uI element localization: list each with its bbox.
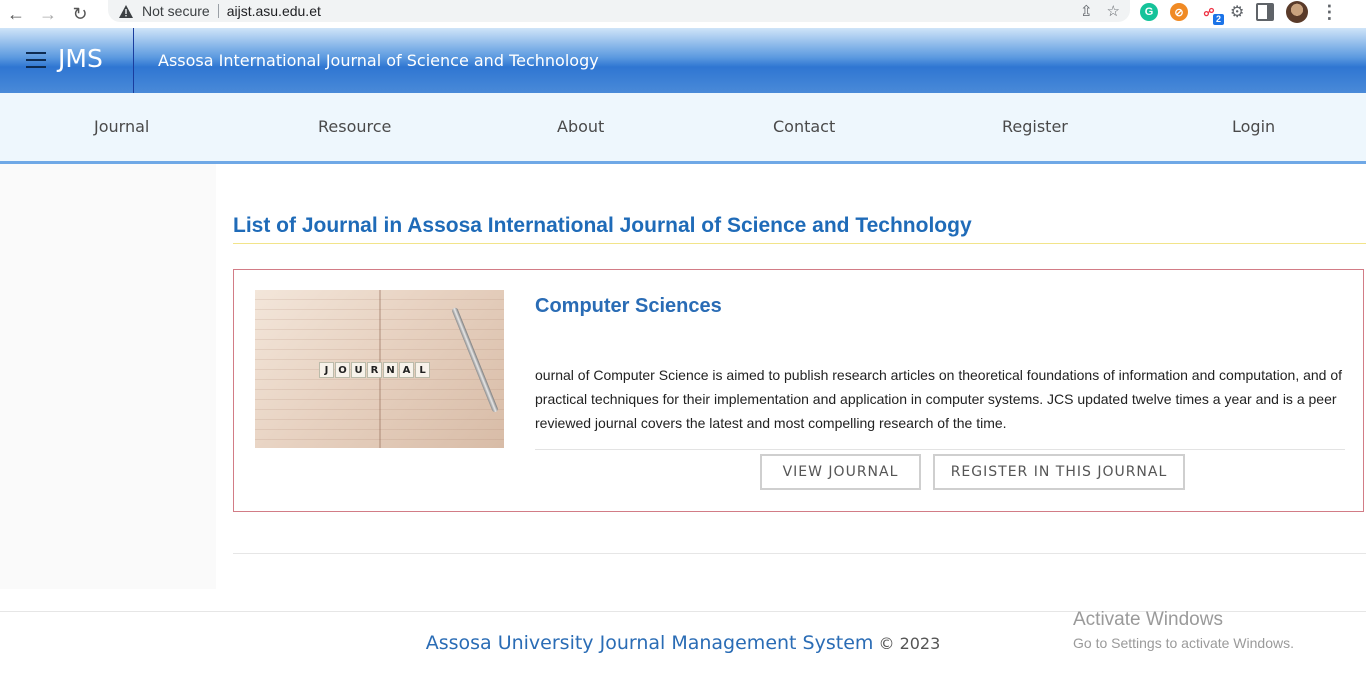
app-header: JMS Assosa International Journal of Scie… — [0, 28, 1366, 93]
left-sidebar — [0, 164, 216, 589]
bookmark-star-icon[interactable]: ☆ — [1107, 2, 1120, 20]
browser-menu-icon[interactable]: ⋮ — [1320, 2, 1338, 23]
brand-logo[interactable]: JMS — [58, 44, 103, 73]
share-icon[interactable]: ⇫ — [1080, 2, 1093, 20]
watermark-subtitle: Go to Settings to activate Windows. — [1073, 635, 1294, 651]
letter-tile: L — [415, 362, 430, 378]
reload-icon[interactable]: ↻ — [64, 0, 96, 28]
journal-thumbnail: J O U R N A L — [255, 290, 504, 448]
top-navigation: Journal Resource About Contact Register … — [0, 93, 1366, 164]
letter-tile: U — [351, 362, 366, 378]
extensions-puzzle-icon[interactable]: ⚙ — [1230, 2, 1244, 22]
extension-red-icon[interactable]: ☍ 2 — [1200, 3, 1224, 25]
hamburger-menu-icon[interactable] — [26, 52, 46, 68]
side-panel-icon[interactable] — [1256, 3, 1275, 21]
header-divider — [133, 28, 134, 93]
letter-tile: N — [383, 362, 398, 378]
nav-resource[interactable]: Resource — [318, 117, 391, 136]
journal-title[interactable]: Computer Sciences — [535, 295, 722, 318]
heading-underline — [233, 243, 1366, 244]
thumbnail-word: J O U R N A L — [319, 362, 430, 378]
forward-arrow-icon[interactable]: → — [32, 0, 64, 28]
extensions-area: G ⊘ ☍ 2 ⚙ ⋮ — [1140, 1, 1338, 25]
card-divider — [535, 449, 1345, 450]
nav-register[interactable]: Register — [1002, 117, 1068, 136]
url-text[interactable]: aijst.asu.edu.et — [227, 3, 321, 19]
nav-contact[interactable]: Contact — [773, 117, 835, 136]
register-journal-button[interactable]: REGISTER IN THIS JOURNAL — [933, 454, 1185, 490]
page-title: List of Journal in Assosa International … — [233, 214, 972, 237]
extension-badge: 2 — [1212, 14, 1224, 25]
nav-journal[interactable]: Journal — [94, 117, 149, 136]
footer-brand[interactable]: Assosa University Journal Management Sys… — [426, 632, 874, 654]
site-title[interactable]: Assosa International Journal of Science … — [158, 51, 599, 70]
security-label[interactable]: Not secure — [142, 3, 210, 19]
extension-orange-icon[interactable]: ⊘ — [1170, 3, 1188, 21]
warning-icon — [118, 3, 134, 19]
profile-avatar[interactable] — [1286, 1, 1309, 23]
nav-login[interactable]: Login — [1232, 117, 1275, 136]
content-divider — [233, 553, 1366, 554]
separator — [217, 4, 219, 18]
activate-windows-watermark: Activate Windows Go to Settings to activ… — [1073, 609, 1294, 651]
watermark-title: Activate Windows — [1073, 609, 1223, 630]
main-content: List of Journal in Assosa International … — [216, 164, 1366, 589]
address-bar[interactable]: Not secure aijst.asu.edu.et ⇫ ☆ — [108, 0, 1130, 22]
journal-description: ournal of Computer Science is aimed to p… — [535, 367, 1343, 431]
letter-tile: O — [335, 362, 350, 378]
nav-about[interactable]: About — [557, 117, 604, 136]
footer-copyright: © 2023 — [878, 634, 941, 653]
grammarly-icon[interactable]: G — [1140, 3, 1158, 21]
journal-card: J O U R N A L Computer Sciences ournal o… — [233, 269, 1364, 512]
view-journal-button[interactable]: VIEW JOURNAL — [760, 454, 921, 490]
letter-tile: R — [367, 362, 382, 378]
letter-tile: A — [399, 362, 414, 378]
back-arrow-icon[interactable]: ← — [0, 0, 32, 28]
letter-tile: J — [319, 362, 334, 378]
